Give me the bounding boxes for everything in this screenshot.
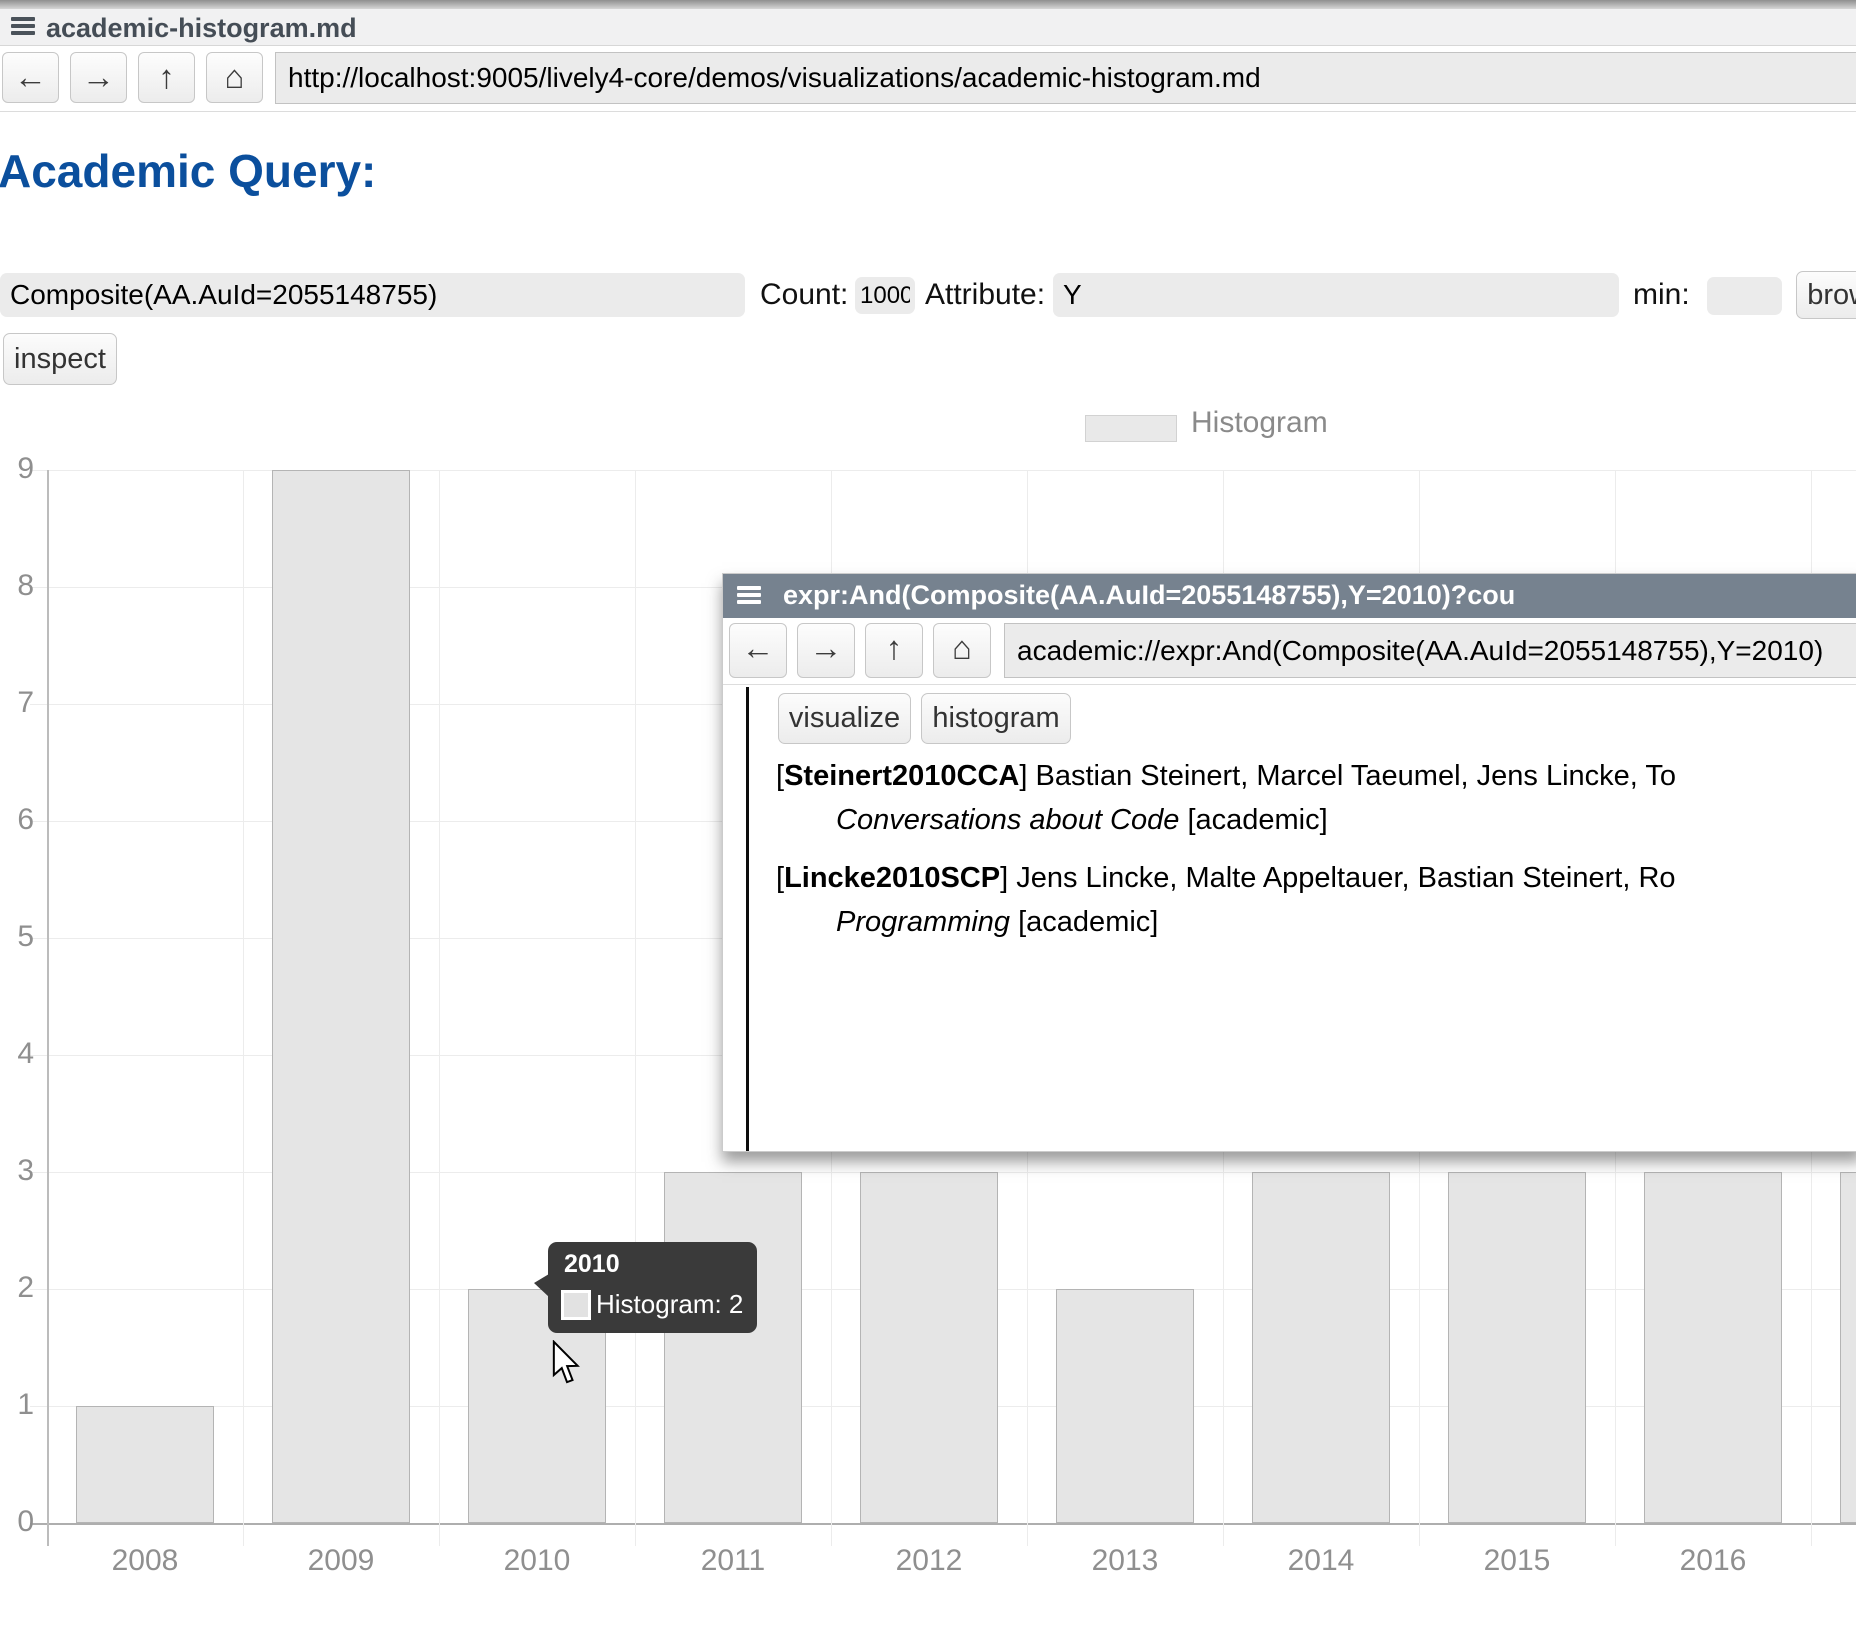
- y-tick-label: 7: [0, 686, 34, 720]
- tooltip-series-swatch: [561, 1290, 591, 1320]
- bar-2009[interactable]: [272, 470, 410, 1523]
- popup-menu-icon[interactable]: [737, 586, 761, 606]
- x-tick-label: 2010: [439, 1544, 635, 1578]
- x-tick-label: 2014: [1223, 1544, 1419, 1578]
- publication-key: Steinert2010CCA: [784, 760, 1019, 792]
- bar-2013[interactable]: [1056, 1289, 1194, 1523]
- y-axis-line: [47, 470, 49, 1546]
- bar-2014[interactable]: [1252, 1172, 1390, 1523]
- y-gridline: [30, 1523, 1856, 1525]
- bar-2015[interactable]: [1448, 1172, 1586, 1523]
- tooltip-value-label: Histogram: 2: [596, 1289, 743, 1320]
- x-tick-label: 2017: [1811, 1544, 1856, 1578]
- popup-titlebar[interactable]: expr:And(Composite(AA.AuId=2055148755),Y…: [723, 574, 1856, 618]
- x-gridline: [243, 470, 244, 1546]
- publication-authors: Bastian Steinert, Marcel Taeumel, Jens L…: [1027, 760, 1676, 792]
- home-icon: ⌂: [952, 629, 972, 666]
- popup-title: expr:And(Composite(AA.AuId=2055148755),Y…: [783, 580, 1515, 611]
- bar-2012[interactable]: [860, 1172, 998, 1523]
- publication-authors: Jens Lincke, Malte Appeltauer, Bastian S…: [1008, 862, 1675, 894]
- y-tick-label: 9: [0, 452, 34, 486]
- mouse-cursor-icon: [551, 1340, 585, 1386]
- histogram-button[interactable]: histogram: [921, 693, 1071, 744]
- popup-back-button[interactable]: ←: [729, 623, 787, 678]
- tooltip-title: 2010: [564, 1250, 620, 1279]
- x-tick-label: 2012: [831, 1544, 1027, 1578]
- popup-url-input[interactable]: [1004, 623, 1856, 678]
- y-tick-label: 2: [0, 1271, 34, 1305]
- tooltip-pointer-icon: [534, 1274, 549, 1297]
- forward-arrow-icon: →: [810, 629, 843, 666]
- publication-key: Lincke2010SCP: [784, 862, 1000, 894]
- y-tick-label: 4: [0, 1037, 34, 1071]
- chart-tooltip: 2010 Histogram: 2: [548, 1242, 757, 1333]
- x-tick-label: 2008: [47, 1544, 243, 1578]
- bar-2017[interactable]: [1840, 1172, 1856, 1523]
- popup-forward-button[interactable]: →: [797, 623, 855, 678]
- publication-entry-line: [Lincke2010SCP] Jens Lincke, Malte Appel…: [776, 862, 1676, 895]
- up-arrow-icon: ↑: [886, 629, 903, 666]
- publication-title: Conversations about Code: [836, 804, 1179, 836]
- publication-source: [academic]: [1179, 804, 1327, 836]
- popup-window: expr:And(Composite(AA.AuId=2055148755),Y…: [722, 573, 1856, 1152]
- y-tick-label: 3: [0, 1154, 34, 1188]
- y-tick-label: 5: [0, 920, 34, 954]
- popup-up-button[interactable]: ↑: [865, 623, 923, 678]
- x-gridline: [439, 470, 440, 1546]
- x-tick-label: 2016: [1615, 1544, 1811, 1578]
- publication-source: [academic]: [1010, 906, 1158, 938]
- x-tick-label: 2009: [243, 1544, 439, 1578]
- publication-title: Programming: [836, 906, 1010, 938]
- bar-2016[interactable]: [1644, 1172, 1782, 1523]
- x-gridline: [635, 470, 636, 1546]
- popup-home-button[interactable]: ⌂: [933, 623, 991, 678]
- y-tick-label: 6: [0, 803, 34, 837]
- content-left-divider[interactable]: [746, 687, 749, 1151]
- popup-navrow: ← → ↑ ⌂: [723, 618, 1856, 685]
- x-tick-label: 2015: [1419, 1544, 1615, 1578]
- x-tick-label: 2011: [635, 1544, 831, 1578]
- x-tick-label: 2013: [1027, 1544, 1223, 1578]
- bar-2011[interactable]: [664, 1172, 802, 1523]
- y-tick-label: 1: [0, 1388, 34, 1422]
- publication-entry-line: [Steinert2010CCA] Bastian Steinert, Marc…: [776, 760, 1676, 793]
- publication-entry-line: Programming [academic]: [836, 906, 1158, 939]
- back-arrow-icon: ←: [742, 629, 775, 666]
- bar-2008[interactable]: [76, 1406, 214, 1523]
- visualize-button[interactable]: visualize: [778, 693, 911, 744]
- y-tick-label: 8: [0, 569, 34, 603]
- publication-entry-line: Conversations about Code [academic]: [836, 804, 1328, 837]
- y-tick-label: 0: [0, 1505, 34, 1539]
